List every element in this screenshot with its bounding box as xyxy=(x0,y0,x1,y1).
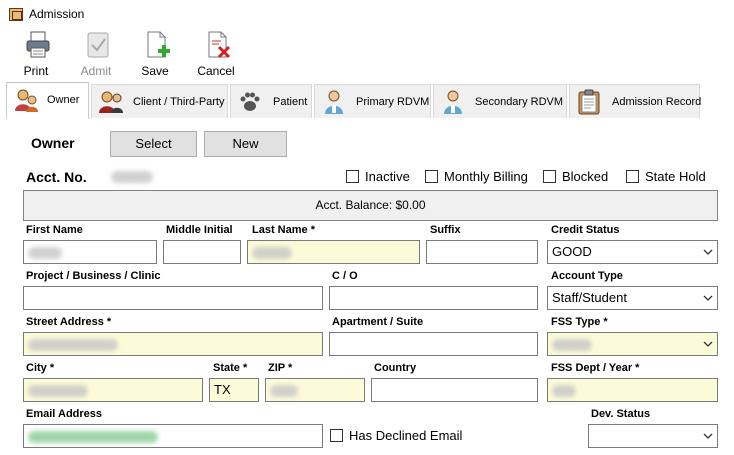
save-button[interactable]: Save xyxy=(132,29,178,78)
care-of-label: C / O xyxy=(332,270,358,282)
cancel-label: Cancel xyxy=(197,64,235,78)
fss-dept-label: FSS Dept / Year * xyxy=(551,362,640,374)
tab-admission-record[interactable]: Admission Record xyxy=(569,84,702,118)
clipboard-icon xyxy=(578,89,600,115)
tab-primary-rdvm-label: Primary RDVM xyxy=(356,96,430,108)
window-title: Admission xyxy=(29,7,85,21)
tab-strip: Owner Client / Third-Party Patient Prima… xyxy=(6,82,734,119)
paw-icon xyxy=(240,92,260,111)
state-hold-label: State Hold xyxy=(645,169,706,184)
apartment-input[interactable] xyxy=(329,332,538,356)
last-name-label: Last Name * xyxy=(252,224,315,236)
first-name-input[interactable] xyxy=(23,240,157,264)
chevron-down-icon xyxy=(703,341,713,347)
chevron-down-icon xyxy=(703,433,713,439)
admit-label: Admit xyxy=(80,64,112,78)
client-icon xyxy=(99,91,123,113)
doctor-icon xyxy=(444,90,462,114)
tab-secondary-rdvm[interactable]: Secondary RDVM xyxy=(433,84,567,118)
tab-client-label: Client / Third-Party xyxy=(133,96,225,108)
zip-label: ZIP * xyxy=(268,362,293,374)
tab-admission-record-label: Admission Record xyxy=(612,96,702,108)
middle-initial-input[interactable] xyxy=(163,240,241,264)
tab-patient-label: Patient xyxy=(273,96,308,108)
fss-type-select[interactable] xyxy=(547,332,718,356)
dev-status-select[interactable] xyxy=(588,424,718,448)
admit-check-icon xyxy=(87,32,109,58)
dev-status-label: Dev. Status xyxy=(591,408,651,420)
state-hold-checkbox[interactable]: State Hold xyxy=(626,169,706,184)
cancel-button[interactable]: Cancel xyxy=(193,29,239,78)
street-address-input[interactable] xyxy=(23,332,323,356)
zip-input[interactable] xyxy=(265,378,365,402)
tab-primary-rdvm[interactable]: Primary RDVM xyxy=(314,84,431,118)
printer-icon xyxy=(26,31,50,58)
app-icon xyxy=(9,8,23,21)
city-label: City * xyxy=(26,362,55,374)
tab-owner-label: Owner xyxy=(47,94,80,106)
project-label: Project / Business / Clinic xyxy=(26,270,161,282)
tab-client-third-party[interactable]: Client / Third-Party xyxy=(91,84,228,118)
tab-owner[interactable]: Owner xyxy=(6,82,89,119)
owner-icon xyxy=(15,89,38,112)
credit-status-select[interactable]: GOOD xyxy=(547,240,718,264)
admit-button[interactable]: Admit xyxy=(73,29,119,78)
apartment-label: Apartment / Suite xyxy=(332,316,424,328)
tab-secondary-rdvm-label: Secondary RDVM xyxy=(475,96,564,108)
country-label: Country xyxy=(374,362,417,374)
middle-initial-label: Middle Initial xyxy=(166,224,233,236)
suffix-input[interactable] xyxy=(426,240,538,264)
account-type-value: Staff/Student xyxy=(552,290,627,305)
owner-panel: Owner Select New Acct. No. Inactive Mont… xyxy=(6,118,734,455)
new-document-icon xyxy=(147,31,170,58)
save-label: Save xyxy=(141,64,169,78)
country-input[interactable] xyxy=(371,378,538,402)
monthly-billing-label: Monthly Billing xyxy=(444,169,528,184)
suffix-label: Suffix xyxy=(430,224,461,236)
last-name-input[interactable] xyxy=(247,240,420,264)
street-address-label: Street Address * xyxy=(26,316,112,328)
chevron-down-icon xyxy=(703,249,713,255)
inactive-label: Inactive xyxy=(365,169,410,184)
acct-no-label: Acct. No. xyxy=(26,169,87,185)
blocked-label: Blocked xyxy=(562,169,609,184)
declined-email-checkbox[interactable]: Has Declined Email xyxy=(330,428,462,443)
state-label: State * xyxy=(213,362,248,374)
monthly-billing-checkbox[interactable]: Monthly Billing xyxy=(425,169,528,184)
credit-status-value: GOOD xyxy=(552,244,592,259)
acct-no-value-redacted xyxy=(111,171,153,183)
city-input[interactable] xyxy=(23,378,203,402)
state-input[interactable]: TX xyxy=(209,378,259,402)
account-balance: Acct. Balance: $0.00 xyxy=(23,190,718,221)
declined-email-label: Has Declined Email xyxy=(349,428,463,443)
email-input[interactable] xyxy=(23,424,323,448)
chevron-down-icon xyxy=(703,295,713,301)
print-label: Print xyxy=(23,64,49,78)
email-label: Email Address xyxy=(26,408,103,420)
toolbar: Print Admit Save Cancel xyxy=(0,27,734,79)
credit-status-label: Credit Status xyxy=(551,224,620,236)
project-input[interactable] xyxy=(23,286,323,310)
owner-heading: Owner xyxy=(31,135,75,151)
account-type-select[interactable]: Staff/Student xyxy=(547,286,718,310)
blocked-checkbox[interactable]: Blocked xyxy=(543,169,608,184)
print-button[interactable]: Print xyxy=(13,29,59,78)
title-bar: Admission xyxy=(0,0,734,27)
account-type-label: Account Type xyxy=(551,270,623,282)
tab-patient[interactable]: Patient xyxy=(230,84,312,118)
select-button[interactable]: Select xyxy=(110,131,197,157)
inactive-checkbox[interactable]: Inactive xyxy=(346,169,410,184)
fss-type-label: FSS Type * xyxy=(551,316,608,328)
care-of-input[interactable] xyxy=(329,286,538,310)
new-button[interactable]: New xyxy=(204,131,287,157)
fss-dept-input[interactable] xyxy=(547,378,718,402)
cancel-document-icon xyxy=(208,31,231,59)
state-value: TX xyxy=(214,382,231,397)
first-name-label: First Name xyxy=(26,224,83,236)
doctor-icon xyxy=(325,90,343,114)
